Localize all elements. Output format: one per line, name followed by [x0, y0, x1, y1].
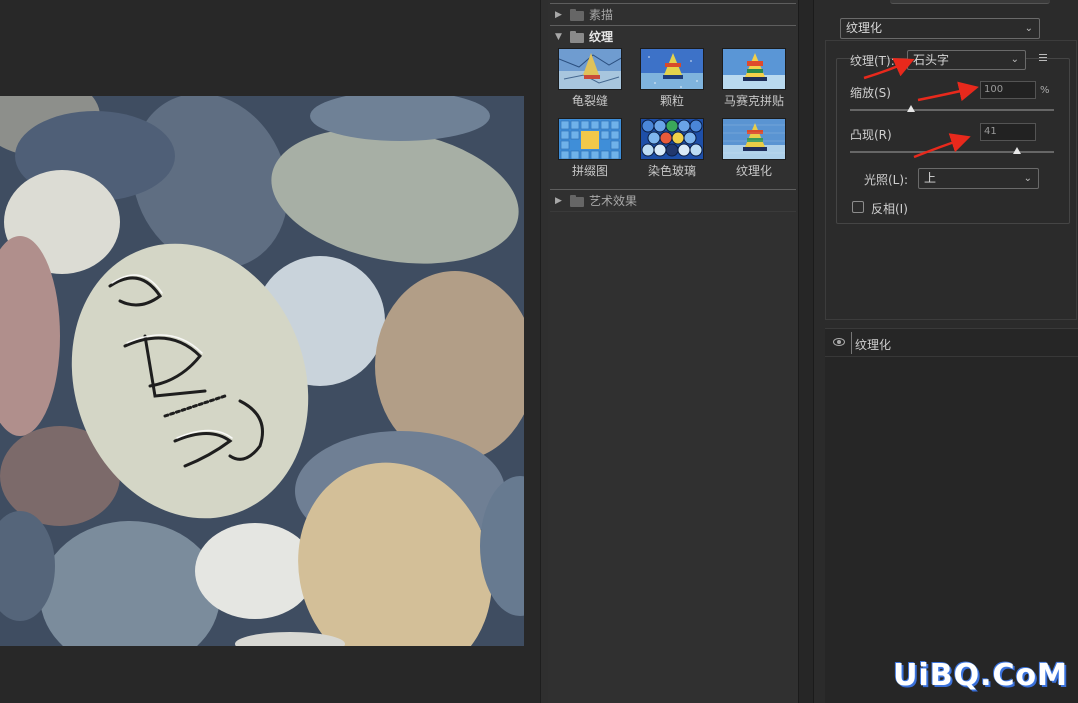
top-edge-control — [890, 0, 1050, 4]
filter-label: 拼缀图 — [571, 164, 608, 178]
separator — [550, 211, 796, 212]
expand-triangle-icon: ▶ — [555, 195, 562, 206]
filter-select-value: 纹理化 — [846, 21, 883, 35]
panel-divider[interactable] — [798, 0, 814, 703]
invert-label: 反相(I) — [871, 202, 908, 216]
filter-stained-glass[interactable]: 染色玻璃 — [640, 118, 706, 179]
filter-label: 颗粒 — [659, 94, 684, 108]
patchwork-thumbnail-icon — [558, 118, 622, 160]
layer-divider — [851, 332, 852, 354]
filter-texturizer[interactable]: 纹理化 — [722, 118, 788, 179]
folder-icon — [570, 194, 584, 207]
expand-triangle-icon: ▶ — [555, 9, 562, 20]
scaling-slider-thumb[interactable] — [907, 105, 916, 112]
scaling-label: 缩放(S) — [850, 86, 891, 100]
filter-gallery: ▶ 素描 ▼ 纹理 龟裂缝 颗粒 马赛克拼贴 拼缀图 染色玻璃 纹理化 ▶ 艺术… — [548, 0, 798, 703]
filter-select[interactable]: 纹理化 ⌄ — [840, 18, 1040, 39]
folder-label: 素描 — [589, 8, 614, 22]
filter-label: 纹理化 — [735, 164, 772, 178]
filter-patchwork[interactable]: 拼缀图 — [558, 118, 624, 179]
scaling-slider-track[interactable] — [850, 109, 1054, 111]
gallery-scrollbar[interactable] — [540, 0, 548, 703]
light-label: 光照(L): — [864, 173, 909, 187]
relief-label: 凸现(R) — [850, 128, 892, 142]
open-folder-icon — [570, 30, 584, 43]
scaling-unit: % — [1040, 85, 1050, 96]
collapse-triangle-icon: ▼ — [555, 31, 562, 42]
relief-slider-thumb[interactable] — [1013, 147, 1022, 154]
effect-layer-name: 纹理化 — [855, 338, 892, 352]
folder-label: 纹理 — [589, 30, 614, 44]
folder-sketch[interactable]: ▶ 素描 — [550, 4, 796, 25]
folder-icon — [570, 8, 584, 21]
filter-label: 染色玻璃 — [647, 164, 696, 178]
filter-mosaic-tiles[interactable]: 马赛克拼贴 — [722, 48, 788, 109]
folder-artistic[interactable]: ▶ 艺术效果 — [550, 190, 796, 211]
settings-panel: 纹理化 ⌄ 纹理(T): 石头字 ⌄ 缩放(S) 100 % 凸现(R) 41 … — [814, 0, 1078, 703]
pebbles-stone-text-picture — [0, 96, 524, 646]
texture-select[interactable]: 石头字 ⌄ — [907, 50, 1026, 70]
folder-label: 艺术效果 — [589, 194, 638, 208]
grain-thumbnail-icon — [640, 48, 704, 90]
preview-area — [0, 0, 540, 703]
mosaic-tiles-thumbnail-icon — [722, 48, 786, 90]
craquelure-thumbnail-icon — [558, 48, 622, 90]
light-select[interactable]: 上 ⌄ — [918, 168, 1039, 189]
chevron-down-icon: ⌄ — [1023, 173, 1032, 184]
chevron-down-icon: ⌄ — [1024, 23, 1033, 34]
filter-label: 龟裂缝 — [571, 94, 608, 108]
texture-menu-icon[interactable] — [1036, 52, 1047, 61]
texture-label: 纹理(T): — [850, 54, 895, 68]
texture-select-value: 石头字 — [913, 53, 950, 67]
watermark-logo: UiBQ.CoM — [893, 658, 1068, 693]
light-select-value: 上 — [924, 171, 937, 185]
chevron-down-icon: ⌄ — [1010, 54, 1019, 65]
folder-texture[interactable]: ▼ 纹理 — [550, 26, 796, 47]
texturizer-thumbnail-icon — [722, 118, 786, 160]
relief-slider-track[interactable] — [850, 151, 1054, 153]
invert-checkbox[interactable] — [852, 201, 864, 213]
stained-glass-thumbnail-icon — [640, 118, 704, 160]
filter-craquelure[interactable]: 龟裂缝 — [558, 48, 624, 109]
effect-layers-panel: 纹理化 — [825, 328, 1078, 703]
relief-input[interactable]: 41 — [980, 123, 1036, 141]
eye-icon[interactable] — [833, 338, 845, 346]
filter-label: 马赛克拼贴 — [723, 94, 784, 108]
scaling-input[interactable]: 100 — [980, 81, 1036, 99]
effect-layer-row[interactable]: 纹理化 — [825, 329, 1078, 357]
preview-image[interactable] — [0, 96, 524, 646]
filter-grain[interactable]: 颗粒 — [640, 48, 706, 109]
